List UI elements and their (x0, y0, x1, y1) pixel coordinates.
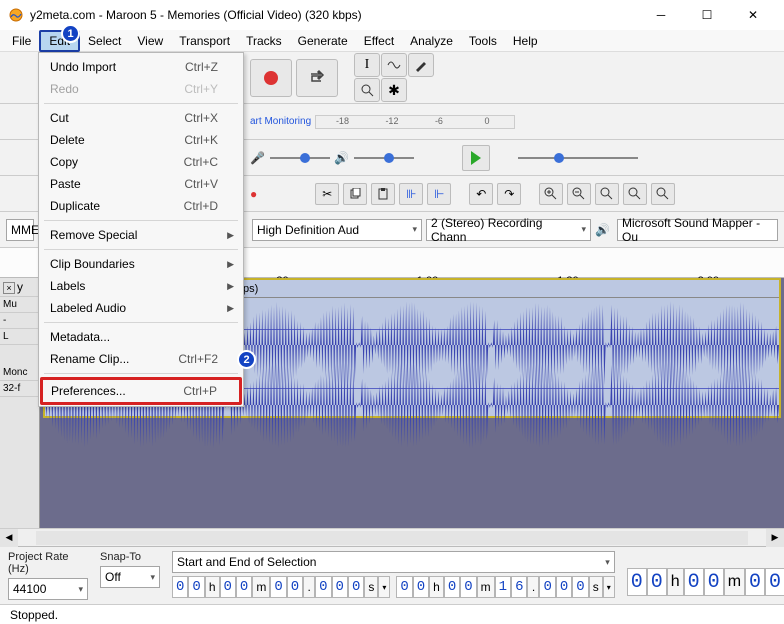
menu-copy[interactable]: CopyCtrl+C (42, 151, 240, 173)
record-indicator-icon: ● (250, 187, 257, 201)
menu-tracks[interactable]: Tracks (238, 32, 290, 50)
project-rate-select[interactable]: 44100▾ (8, 578, 88, 600)
selection-end-time[interactable]: 00h00m16.000s▾ (396, 576, 614, 598)
recording-meter[interactable]: -18 -12 -6 0 (315, 115, 515, 129)
minimize-button[interactable]: ─ (638, 0, 684, 30)
menu-undo[interactable]: Undo ImportCtrl+Z (42, 56, 240, 78)
selection-toolbar: Project Rate (Hz) 44100▾ Snap-To Off▾ St… (0, 546, 784, 604)
menu-labels[interactable]: Labels▶ (42, 275, 240, 297)
speaker-vol-icon: 🔊 (334, 151, 350, 165)
channels-select[interactable]: 2 (Stereo) Recording Chann▾ (426, 219, 591, 241)
audio-position-time[interactable]: 00h00m00s▾ (627, 568, 784, 596)
timeshift-tool[interactable]: ✱ (381, 78, 407, 102)
project-rate-label: Project Rate (Hz) (8, 551, 88, 575)
zoom-out-button[interactable] (567, 183, 591, 205)
close-button[interactable]: ✕ (730, 0, 776, 30)
menu-rename-clip[interactable]: Rename Clip...Ctrl+F2 (42, 348, 240, 370)
menu-select[interactable]: Select (80, 32, 129, 50)
zoom-in-button[interactable] (539, 183, 563, 205)
menu-labeled-audio[interactable]: Labeled Audio▶ (42, 297, 240, 319)
preferences-highlight: Preferences...Ctrl+P (40, 377, 242, 405)
zoom-toggle-button[interactable] (651, 183, 675, 205)
horizontal-scrollbar[interactable]: ◀ ▶ (0, 528, 784, 546)
titlebar: y2meta.com - Maroon 5 - Memories (Offici… (0, 0, 784, 30)
fit-selection-button[interactable] (595, 183, 619, 205)
app-icon (8, 7, 24, 23)
snap-label: Snap-To (100, 551, 160, 563)
cut-button[interactable]: ✂ (315, 183, 339, 205)
scroll-left-button[interactable]: ◀ (0, 529, 18, 547)
track-control-panel[interactable]: ×y Mu - L Monc 32-f (0, 278, 40, 528)
host-select[interactable]: MME (6, 219, 34, 241)
menu-view[interactable]: View (129, 32, 171, 50)
speaker-icon: 🔊 (595, 223, 613, 237)
track-mute-button[interactable]: Mu (0, 297, 39, 313)
draw-tool[interactable] (408, 53, 434, 77)
menu-metadata[interactable]: Metadata... (42, 326, 240, 348)
menu-transport[interactable]: Transport (171, 32, 238, 50)
menu-remove-special[interactable]: Remove Special▶ (42, 224, 240, 246)
loop-button[interactable] (296, 59, 338, 97)
track-close-button[interactable]: × (3, 282, 15, 294)
edit-menu-dropdown: Undo ImportCtrl+Z RedoCtrl+Y CutCtrl+X D… (38, 52, 244, 407)
annotation-badge-1: 1 (61, 24, 80, 43)
mic-icon: 🎤 (250, 151, 266, 165)
redo-button[interactable]: ↷ (497, 183, 521, 205)
copy-button[interactable] (343, 183, 367, 205)
paste-button[interactable] (371, 183, 395, 205)
selection-start-time[interactable]: 00h00m00.000s▾ (172, 576, 390, 598)
undo-button[interactable]: ↶ (469, 183, 493, 205)
play-button[interactable] (462, 145, 490, 171)
menu-tools[interactable]: Tools (461, 32, 505, 50)
menu-effect[interactable]: Effect (356, 32, 402, 50)
scroll-right-button[interactable]: ▶ (766, 529, 784, 547)
menu-delete[interactable]: DeleteCtrl+K (42, 129, 240, 151)
status-text: Stopped. (10, 608, 58, 622)
window-title: y2meta.com - Maroon 5 - Memories (Offici… (30, 8, 638, 22)
envelope-tool[interactable] (381, 53, 407, 77)
menu-help[interactable]: Help (505, 32, 546, 50)
menu-redo: RedoCtrl+Y (42, 78, 240, 100)
selection-mode-select[interactable]: Start and End of Selection▾ (172, 551, 615, 573)
speed-slider[interactable] (518, 154, 638, 162)
meter-link[interactable]: art Monitoring (250, 116, 311, 127)
silence-button[interactable]: ⊩ (427, 183, 451, 205)
status-bar: Stopped. (0, 604, 784, 624)
menu-analyze[interactable]: Analyze (402, 32, 461, 50)
snap-select[interactable]: Off▾ (100, 566, 160, 588)
record-device-select[interactable]: High Definition Aud▾ (252, 219, 422, 241)
menu-preferences[interactable]: Preferences...Ctrl+P (43, 380, 239, 402)
menu-file[interactable]: File (4, 32, 39, 50)
menu-clip-boundaries[interactable]: Clip Boundaries▶ (42, 253, 240, 275)
playback-slider[interactable] (354, 154, 414, 162)
maximize-button[interactable]: ☐ (684, 0, 730, 30)
play-device-select[interactable]: Microsoft Sound Mapper - Ou (617, 219, 778, 241)
menu-paste[interactable]: PasteCtrl+V (42, 173, 240, 195)
record-button[interactable] (250, 59, 292, 97)
record-slider[interactable] (270, 154, 330, 162)
selection-tool[interactable]: I (354, 53, 380, 77)
menu-duplicate[interactable]: DuplicateCtrl+D (42, 195, 240, 217)
annotation-badge-2: 2 (237, 350, 256, 369)
fit-project-button[interactable] (623, 183, 647, 205)
menu-generate[interactable]: Generate (290, 32, 356, 50)
trim-button[interactable]: ⊪ (399, 183, 423, 205)
menubar: File Edit Select View Transport Tracks G… (0, 30, 784, 52)
zoom-tool[interactable] (354, 78, 380, 102)
menu-cut[interactable]: CutCtrl+X (42, 107, 240, 129)
